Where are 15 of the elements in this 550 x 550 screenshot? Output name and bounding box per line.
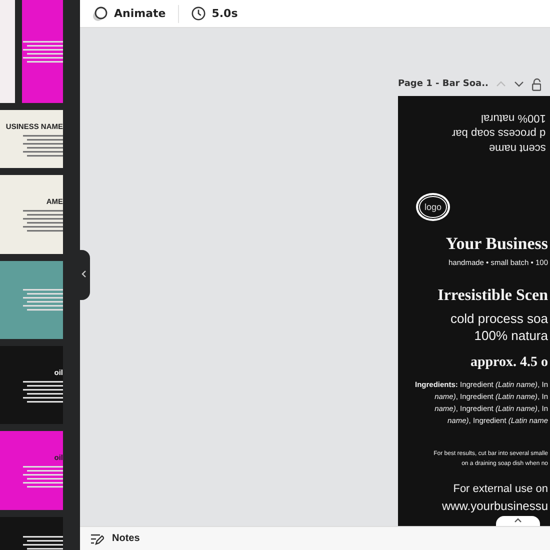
logo-badge: logo xyxy=(416,193,450,222)
business-name: Your Business xyxy=(444,233,549,254)
website-text: www.yourbusinessu xyxy=(440,499,549,514)
weight-text: approx. 4.5 o xyxy=(469,354,549,372)
page-title: Page 1 - Bar Soa.. xyxy=(398,79,488,89)
animate-button[interactable]: Animate xyxy=(90,6,168,22)
notes-button[interactable]: Notes xyxy=(90,532,140,544)
scent-title: Irresistible Scen xyxy=(436,286,549,306)
warning-text: For external use on xyxy=(452,483,549,497)
product-line: cold process soa xyxy=(449,310,549,327)
product-line: 100% natura xyxy=(473,326,549,344)
upside-down-text: d process soap bar xyxy=(452,126,546,140)
upside-down-text: scent name xyxy=(489,141,546,155)
upside-down-text: 100% natural xyxy=(481,111,546,125)
duration-button[interactable]: 5.0s xyxy=(188,6,240,21)
